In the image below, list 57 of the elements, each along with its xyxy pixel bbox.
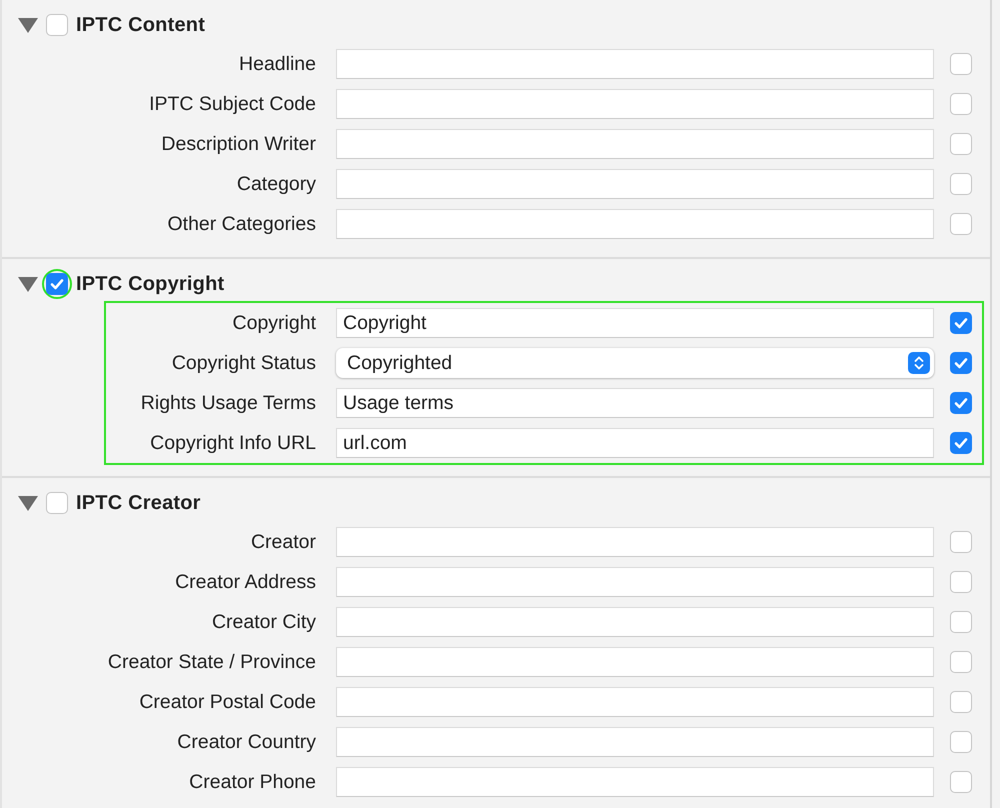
field-checkbox[interactable]	[950, 731, 972, 753]
text-field[interactable]	[336, 89, 934, 119]
field-label: Copyright	[232, 312, 316, 334]
field-label: IPTC Subject Code	[149, 92, 316, 116]
text-field[interactable]	[336, 209, 934, 239]
field-label: Creator Country	[177, 730, 316, 754]
field-checkbox[interactable]	[950, 432, 972, 454]
field-checkbox[interactable]	[950, 691, 972, 713]
text-field[interactable]	[336, 647, 934, 677]
field-label: Headline	[239, 52, 316, 76]
text-field[interactable]	[336, 49, 934, 79]
section-title: IPTC Content	[76, 14, 206, 36]
text-field[interactable]: url.com	[336, 428, 934, 458]
field-checkbox[interactable]	[950, 771, 972, 793]
field-label: Creator State / Province	[108, 650, 316, 674]
text-field[interactable]	[336, 129, 934, 159]
field-label: Creator Address	[175, 570, 316, 594]
section-title: IPTC Copyright	[76, 272, 224, 296]
field-label: Creator	[250, 530, 316, 554]
field-label: Copyright Info URL	[150, 432, 316, 454]
stepper-arrows-icon	[908, 352, 930, 374]
field-label: Rights Usage Terms	[140, 392, 316, 414]
field-checkbox[interactable]	[950, 651, 972, 673]
text-field[interactable]	[336, 687, 934, 717]
field-checkbox[interactable]	[950, 213, 972, 235]
field-checkbox[interactable]	[950, 93, 972, 115]
field-label: Category	[236, 172, 316, 196]
disclosure-triangle-down-icon[interactable]	[18, 276, 38, 292]
disclosure-triangle-down-icon[interactable]	[18, 495, 38, 511]
field-checkbox[interactable]	[950, 571, 972, 593]
text-field[interactable]: Copyright	[336, 308, 934, 338]
disclosure-triangle-down-icon[interactable]	[18, 17, 38, 33]
section-checkbox[interactable]	[46, 492, 68, 514]
field-label: Creator Postal Code	[139, 690, 316, 714]
field-label: Description Writer	[161, 132, 316, 156]
field-checkbox[interactable]	[950, 133, 972, 155]
section-checkbox[interactable]	[46, 14, 68, 36]
field-label: Creator City	[212, 610, 316, 634]
field-checkbox[interactable]	[950, 173, 972, 195]
popup-button[interactable]: Copyrighted	[336, 348, 934, 378]
field-checkbox[interactable]	[950, 392, 972, 414]
text-field[interactable]	[336, 607, 934, 637]
field-checkbox[interactable]	[950, 531, 972, 553]
text-field[interactable]: Usage terms	[336, 388, 934, 418]
field-label: Other Categories	[168, 212, 316, 236]
text-field[interactable]	[336, 767, 934, 797]
text-field[interactable]	[336, 527, 934, 557]
field-checkbox[interactable]	[950, 53, 972, 75]
field-checkbox[interactable]	[950, 352, 972, 374]
text-field[interactable]	[336, 727, 934, 757]
text-field[interactable]	[336, 169, 934, 199]
section-title: IPTC Creator	[76, 492, 201, 514]
field-checkbox[interactable]	[950, 312, 972, 334]
field-label: Creator Phone	[189, 770, 316, 794]
text-field[interactable]	[336, 567, 934, 597]
field-checkbox[interactable]	[950, 611, 972, 633]
field-label: Copyright Status	[172, 352, 316, 374]
